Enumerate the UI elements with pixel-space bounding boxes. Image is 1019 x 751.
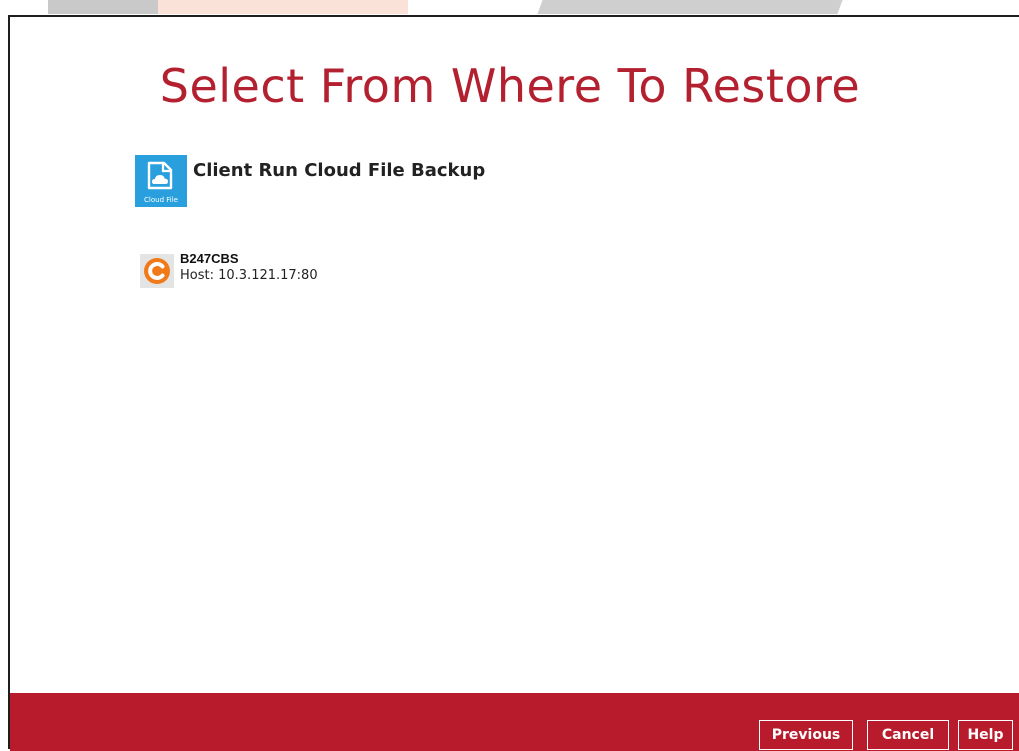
module-icon-label: Cloud File xyxy=(144,196,178,204)
wizard-footer: Previous Cancel Help xyxy=(10,693,1019,751)
destination-item-b247cbs[interactable]: B247CBS Host: 10.3.121.17:80 xyxy=(140,250,318,288)
backup-module: Cloud File Client Run Cloud File Backup xyxy=(135,155,485,207)
previous-button[interactable]: Previous xyxy=(759,720,853,750)
module-name: Client Run Cloud File Backup xyxy=(193,160,486,181)
help-button[interactable]: Help xyxy=(958,720,1013,750)
page-title: Select From Where To Restore xyxy=(159,59,861,113)
cloud-file-icon: Cloud File xyxy=(135,155,187,207)
background-window-strip xyxy=(0,0,1019,16)
destination-name: B247CBS xyxy=(180,251,239,266)
destination-host: Host: 10.3.121.17:80 xyxy=(180,268,318,283)
cancel-button[interactable]: Cancel xyxy=(867,720,949,750)
restore-wizard-window: Select From Where To Restore Cloud File … xyxy=(8,15,1019,751)
cbs-logo-icon xyxy=(140,254,174,288)
